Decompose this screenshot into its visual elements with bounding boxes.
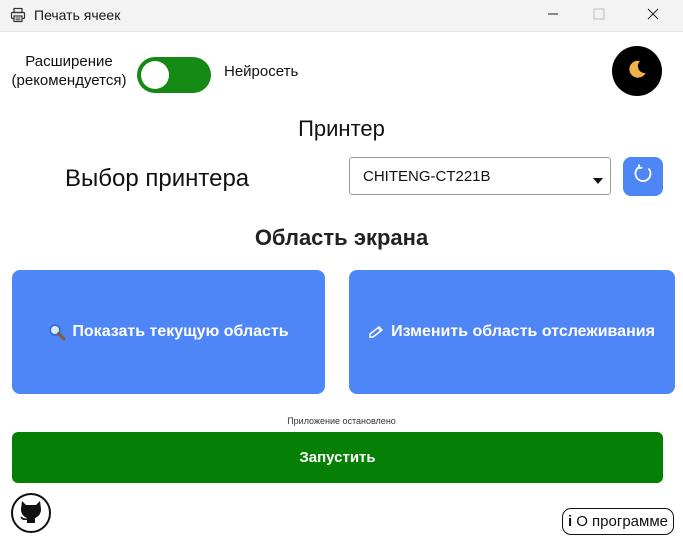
- start-button[interactable]: Запустить: [12, 432, 663, 483]
- status-text: Приложение остановлено: [287, 416, 396, 426]
- refresh-icon: [632, 163, 654, 190]
- github-button[interactable]: [11, 493, 51, 533]
- theme-toggle-button[interactable]: [612, 46, 662, 96]
- window-title: Печать ячеек: [34, 7, 121, 23]
- refresh-printers-button[interactable]: [623, 157, 663, 196]
- minimize-button[interactable]: [530, 0, 576, 31]
- screen-area-section-title: Область экрана: [254, 225, 429, 250]
- pencil-icon: [369, 325, 385, 339]
- info-icon: i: [568, 513, 573, 530]
- printer-select[interactable]: CHITENG-CT221B: [349, 157, 611, 195]
- mode-neural-label: Нейросеть: [224, 63, 299, 80]
- mode-toggle[interactable]: [137, 57, 211, 93]
- printer-section-title: Принтер: [298, 116, 385, 141]
- dropdown-arrow-icon: [592, 172, 604, 190]
- maximize-icon: [593, 7, 605, 25]
- about-label: О программе: [576, 513, 668, 530]
- printer-icon: [10, 7, 26, 23]
- maximize-button[interactable]: [576, 0, 622, 31]
- title-bar: Печать ячеек: [0, 0, 683, 32]
- minimize-icon: [547, 7, 559, 25]
- printer-select-value: CHITENG-CT221B: [363, 168, 491, 185]
- toggle-knob: [141, 61, 169, 89]
- about-button[interactable]: i О программе: [562, 508, 674, 535]
- close-button[interactable]: [630, 0, 676, 31]
- edit-tracking-area-button[interactable]: Изменить область отслеживания: [349, 270, 675, 394]
- printer-select-label: Выбор принтера: [65, 165, 250, 192]
- start-button-label: Запустить: [299, 449, 376, 466]
- github-icon: [17, 497, 45, 530]
- mode-extension-label-line2: (рекомендуется): [11, 72, 127, 89]
- show-current-area-label: Показать текущую область: [72, 323, 289, 340]
- magnifier-icon: [48, 323, 66, 341]
- close-icon: [647, 7, 659, 25]
- mode-extension-label-line1: Расширение: [25, 53, 113, 70]
- edit-tracking-area-label: Изменить область отслеживания: [391, 323, 655, 340]
- moon-icon: [626, 58, 648, 85]
- show-current-area-button[interactable]: Показать текущую область: [12, 270, 325, 394]
- mode-extension-label: Расширение (рекомендуется): [10, 52, 128, 90]
